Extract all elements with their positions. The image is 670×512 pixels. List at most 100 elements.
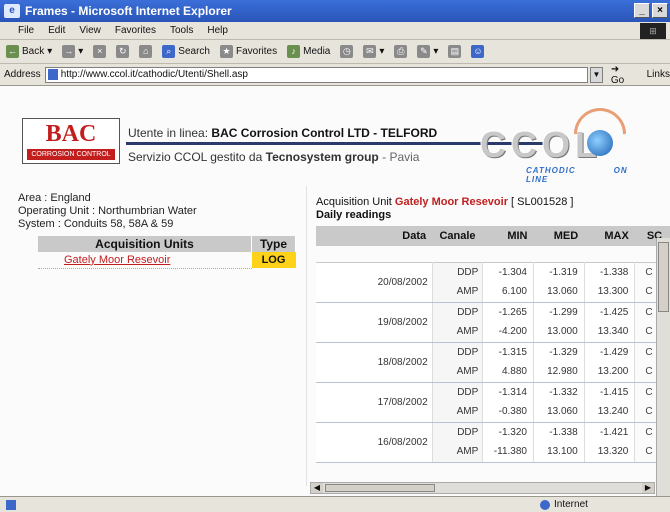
forward-arrow-icon: → bbox=[62, 45, 76, 58]
menu-file[interactable]: File bbox=[18, 25, 34, 36]
window-title: Frames - Microsoft Internet Explorer bbox=[25, 4, 232, 18]
max-cell: 13.320 bbox=[584, 442, 636, 463]
menu-favorites[interactable]: Favorites bbox=[115, 25, 156, 36]
address-input[interactable]: http://www.ccol.it/cathodic/Utenti/Shell… bbox=[44, 66, 589, 83]
bac-logo: BAC CORROSION CONTROL bbox=[22, 118, 120, 164]
page-status-icon bbox=[6, 499, 16, 510]
column-type: Type bbox=[251, 236, 296, 252]
med-cell: 13.060 bbox=[533, 402, 585, 423]
acquisition-unit-link[interactable]: Gately Moor Resevoir bbox=[38, 252, 252, 269]
acquisition-heading: Acquisition Unit Gately Moor Resevoir [ … bbox=[316, 196, 573, 222]
zone-label: Internet bbox=[554, 499, 588, 510]
ccol-tagline: CATHODIC ON LINE bbox=[526, 166, 670, 184]
back-button[interactable]: ← Back ▾ bbox=[6, 45, 52, 58]
go-button[interactable]: ➜ Go bbox=[611, 64, 635, 86]
channel-cell: DDP bbox=[432, 301, 484, 322]
med-cell: -1.329 bbox=[533, 341, 585, 362]
vertical-scrollbar[interactable] bbox=[656, 238, 670, 496]
menu-help[interactable]: Help bbox=[207, 25, 228, 36]
med-cell: 13.100 bbox=[533, 442, 585, 463]
globe-icon bbox=[587, 130, 613, 156]
media-button[interactable]: ♪ Media bbox=[287, 45, 330, 58]
stop-button[interactable]: × bbox=[93, 45, 107, 58]
service-city: - Pavia bbox=[382, 150, 420, 164]
max-cell: -1.421 bbox=[584, 421, 636, 442]
ccol-tag-cathodic: CATHODIC bbox=[526, 166, 576, 175]
reading-date: 19/08/2002 bbox=[316, 301, 433, 343]
daily-readings-table: Data Canale MIN MED MAX SC 20/08/2002 DD… bbox=[316, 226, 670, 463]
search-button[interactable]: ⌕ Search bbox=[162, 45, 210, 58]
minimize-button[interactable]: _ bbox=[634, 3, 650, 18]
address-dropdown-button[interactable]: ▼ bbox=[590, 66, 603, 83]
channel-cell: AMP bbox=[432, 362, 484, 383]
channel-cell: DDP bbox=[432, 421, 484, 442]
channel-cell: AMP bbox=[432, 442, 484, 463]
max-cell: -1.415 bbox=[584, 381, 636, 402]
readings-header-row: Data Canale MIN MED MAX SC bbox=[316, 226, 670, 246]
back-label: Back bbox=[22, 46, 45, 57]
status-bar: Internet bbox=[0, 496, 670, 512]
column-canale: Canale bbox=[432, 226, 483, 246]
min-cell: -11.380 bbox=[482, 442, 534, 463]
messenger-button[interactable]: ☺ bbox=[471, 45, 485, 58]
ie-icon: e bbox=[4, 4, 20, 18]
links-button[interactable]: Links bbox=[647, 69, 670, 80]
acquisition-units-table: Acquisition Units Type Gately Moor Resev… bbox=[18, 236, 296, 269]
scroll-right-icon[interactable]: ▶ bbox=[642, 483, 654, 493]
page-icon bbox=[47, 69, 58, 80]
edit-icon: ✎ bbox=[417, 45, 431, 58]
user-online-name: BAC Corrosion Control LTD - TELFORD bbox=[211, 126, 438, 140]
scrollbar-thumb[interactable] bbox=[325, 484, 435, 492]
bac-logo-subtitle: CORROSION CONTROL bbox=[27, 149, 115, 160]
menu-tools[interactable]: Tools bbox=[170, 25, 193, 36]
table-row: 18/08/2002 DDP -1.315 -1.329 -1.429 C bbox=[316, 341, 670, 383]
acquisition-unit-code: [ SL001528 ] bbox=[511, 196, 574, 208]
column-acquisition-units: Acquisition Units bbox=[38, 236, 252, 252]
mail-button[interactable]: ✉ ▾ bbox=[363, 45, 384, 58]
messenger-icon: ☺ bbox=[471, 45, 485, 58]
max-cell: 13.340 bbox=[584, 322, 636, 343]
go-label: Go bbox=[610, 74, 625, 86]
scroll-left-icon[interactable]: ◀ bbox=[311, 483, 323, 493]
min-cell: -4.200 bbox=[482, 322, 534, 343]
print-button[interactable]: ⎙ bbox=[394, 45, 408, 58]
windows-logo-icon: ⊞ bbox=[640, 23, 666, 39]
horizontal-scrollbar[interactable]: ◀ ▶ bbox=[310, 482, 655, 494]
window-title-bar: e Frames - Microsoft Internet Explorer _… bbox=[0, 0, 670, 22]
scrollbar-thumb[interactable] bbox=[658, 242, 669, 312]
column-max: MAX bbox=[584, 226, 635, 246]
favorites-button[interactable]: ★ Favorites bbox=[219, 45, 277, 58]
refresh-button[interactable]: ↻ bbox=[116, 45, 130, 58]
table-row: 17/08/2002 DDP -1.314 -1.332 -1.415 C bbox=[316, 381, 670, 423]
mail-icon: ✉ bbox=[363, 45, 377, 58]
media-icon: ♪ bbox=[287, 45, 301, 58]
discuss-button[interactable]: ▤ bbox=[448, 45, 462, 58]
menu-edit[interactable]: Edit bbox=[48, 25, 65, 36]
med-cell: 13.060 bbox=[533, 282, 585, 303]
max-cell: 13.300 bbox=[584, 282, 636, 303]
page-content: BAC CORROSION CONTROL Utente in linea: B… bbox=[0, 86, 670, 496]
min-cell: -0.380 bbox=[482, 402, 534, 423]
internet-zone-icon bbox=[540, 499, 550, 510]
min-cell: -1.314 bbox=[482, 381, 534, 402]
units-header-row: Acquisition Units Type bbox=[18, 236, 296, 252]
home-button[interactable]: ⌂ bbox=[139, 45, 153, 58]
table-row: 19/08/2002 DDP -1.265 -1.299 -1.425 C bbox=[316, 301, 670, 343]
min-cell: 6.100 bbox=[482, 282, 534, 303]
max-cell: -1.429 bbox=[584, 341, 636, 362]
history-icon: ◷ bbox=[340, 45, 354, 58]
edit-button[interactable]: ✎ ▾ bbox=[417, 45, 438, 58]
med-cell: -1.319 bbox=[533, 261, 585, 282]
history-button[interactable]: ◷ bbox=[340, 45, 354, 58]
close-button[interactable]: × bbox=[652, 3, 668, 18]
daily-readings-title: Daily readings bbox=[316, 209, 392, 221]
table-row: 20/08/2002 DDP -1.304 -1.319 -1.338 C bbox=[316, 261, 670, 303]
discuss-icon: ▤ bbox=[448, 45, 462, 58]
menu-view[interactable]: View bbox=[79, 25, 101, 36]
min-cell: -1.315 bbox=[482, 341, 534, 362]
stop-icon: × bbox=[93, 45, 107, 58]
acquisition-unit-prefix: Acquisition Unit bbox=[316, 196, 392, 208]
column-min: MIN bbox=[482, 226, 534, 246]
area-text: Area : England bbox=[18, 192, 91, 204]
forward-button[interactable]: → ▾ bbox=[62, 45, 83, 58]
